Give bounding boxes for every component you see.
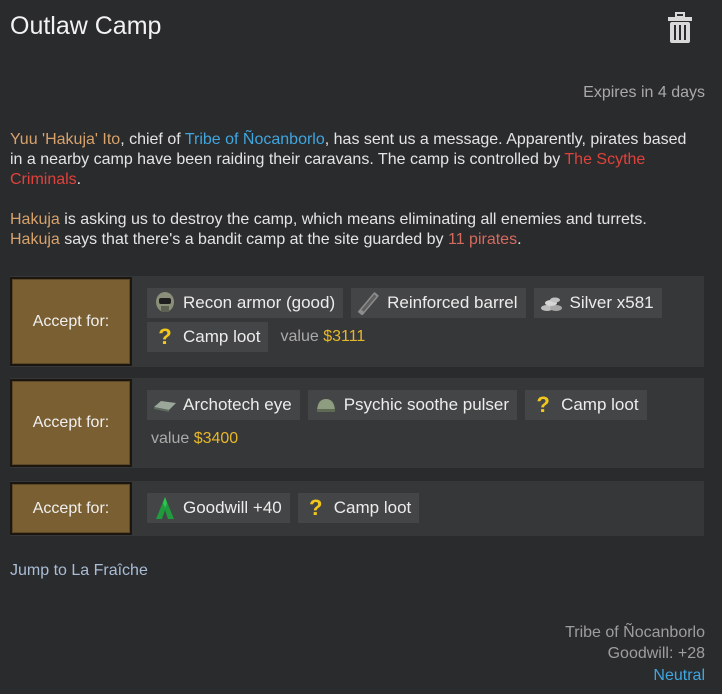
reward-item[interactable]: Goodwill +40 [147,493,290,523]
accept-button[interactable]: Accept for: [10,277,132,366]
reward-item-label: Camp loot [561,395,639,414]
reward-item-label: Archotech eye [183,395,292,414]
reward-item-label: Goodwill +40 [183,498,282,517]
value-label: value [151,430,190,447]
trash-icon[interactable] [667,12,693,44]
reward-item-label: Camp loot [183,327,261,346]
message-paragraph-2: Hakuja is asking us to destroy the camp,… [10,210,700,250]
footer-relation: Neutral [653,667,705,684]
expiry-text: Expires in 4 days [583,84,705,101]
reward-item[interactable]: Psychic soothe pulser [307,390,518,420]
message-text: . [517,231,522,248]
recon-armor-icon [153,291,177,315]
footer-goodwill: Goodwill: +28 [607,645,705,662]
message-text: is asking us to destroy the camp, which … [59,211,647,228]
reward-item[interactable]: ? Camp loot [297,493,420,523]
message-text: says that there's a bandit camp at the s… [59,231,448,248]
message-text: . [76,171,82,188]
asker-name[interactable]: Yuu 'Hakuja' Ito [10,131,120,148]
reward-item-label: Reinforced barrel [387,293,518,312]
reward-option-1: Accept for: Recon armor (good) Reinforce… [10,276,704,367]
reward-item[interactable]: ? Camp loot [525,390,647,420]
message-paragraph-1: Yuu 'Hakuja' Ito, chief of Tribe of Ñoca… [10,130,700,190]
accept-button[interactable]: Accept for: [10,482,132,535]
silver-icon [540,291,564,315]
asker-name[interactable]: Hakuja [10,211,60,228]
barrel-icon [357,291,381,316]
reward-item[interactable]: Silver x581 [533,288,662,318]
accept-button[interactable]: Accept for: [10,379,132,467]
reward-option-3: Accept for: Goodwill +40 ? Camp loot [10,481,704,536]
reward-item[interactable]: ? Camp loot [147,322,269,352]
question-icon: ? [536,392,550,417]
reward-item-label: Recon armor (good) [183,293,336,312]
reward-item[interactable]: Recon armor (good) [147,288,344,318]
asker-name[interactable]: Hakuja [10,231,60,248]
value-label: value [280,328,319,345]
reward-item-label: Silver x581 [569,293,654,312]
reward-item[interactable]: Archotech eye [147,390,300,420]
reward-item[interactable]: Reinforced barrel [351,288,526,318]
reward-item-label: Psychic soothe pulser [343,395,510,414]
jump-to-link[interactable]: Jump to La Fraîche [10,562,148,580]
archotech-eye-icon [153,393,177,417]
question-icon: ? [309,495,323,520]
message-text: , chief of [120,131,185,148]
page-title: Outlaw Camp [10,12,162,40]
reward-option-2: Accept for: Archotech eye Psychic soothe… [10,378,704,468]
footer-faction: Tribe of Ñocanborlo [565,624,705,641]
goodwill-icon [153,496,177,520]
psychic-pulser-icon [314,393,338,417]
reward-item-label: Camp loot [333,498,412,517]
faction-link[interactable]: Tribe of Ñocanborlo [185,131,325,148]
reward-value: value $3111 [280,328,365,346]
question-icon: ? [158,324,172,349]
value-amount: $3400 [193,430,239,447]
reward-value: value $3400 [151,430,238,448]
value-amount: $3111 [323,328,366,345]
enemy-count: 11 pirates [447,231,518,248]
